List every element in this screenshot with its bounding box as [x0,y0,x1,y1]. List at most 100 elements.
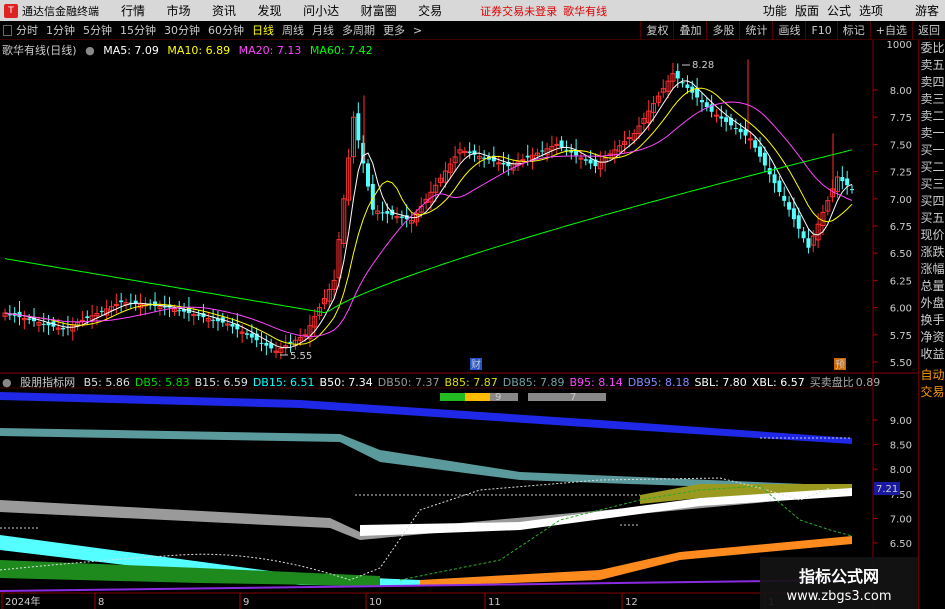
candle-body-down [559,140,564,148]
tongji-button[interactable]: 统计 [739,21,772,40]
db85-band [0,428,852,492]
candle-body-down [385,211,390,214]
price-axis-label: 7.75 [890,113,912,124]
yu-badge-text: 预 [835,359,845,371]
chart-area[interactable]: 8.00 7.75 7.50 7.25 7.00 6.75 6.50 6.25 6.00 5.75… [0,40,918,609]
b50-band [360,488,852,536]
date-axis-label: 11 [488,597,501,608]
candle-body-down [288,341,293,343]
ma60-line [4,149,853,314]
indicator-axis-label: 8.00 [890,465,912,476]
period-5min[interactable]: 5分钟 [79,22,116,38]
quote-field-label: 总量 [920,279,945,293]
price-axis-label: 5.50 [890,358,912,369]
quote-field-label: 买一 [920,143,945,157]
guest-user[interactable]: 游客 [915,2,939,19]
candle-body-down [840,177,845,182]
back-button[interactable]: 返回 [912,21,945,40]
candle-body-down [699,100,704,103]
indicator-title: 股朋指标网 [20,376,76,389]
period-weekly[interactable]: 周线 [278,22,308,38]
candle-body-down [99,310,104,312]
menu-jiaoyi[interactable]: 交易 [418,4,442,18]
menu-gongshi[interactable]: 公式 [827,2,851,19]
candle-body-down [230,323,235,327]
candle-body-down [806,238,811,248]
price-axis-label: 7.25 [890,168,912,179]
menu-caifuquan[interactable]: 财富圈 [361,4,397,18]
menu-banmian[interactable]: 版面 [795,2,819,19]
period-multi[interactable]: 多周期 [338,22,379,38]
menu-gongneng[interactable]: 功能 [763,2,787,19]
quote-field-label: 卖一 [920,126,945,140]
quote-side-panel: 委比 卖五 卖四 卖三 卖二 卖一 买一 买二 买三 买四 买五 现价 涨跌 涨幅 总量 外盘 换手 净资 收益 自动… [918,40,945,609]
panel-toggle-icon[interactable] [3,24,12,36]
candle-body-down [704,102,709,107]
period-daily[interactable]: 日线 [248,22,278,38]
quote-field-label: 卖二 [920,109,945,123]
candle-body-down [685,84,690,88]
kline-chart[interactable]: 8.00 7.75 7.50 7.25 7.00 6.75 6.50 6.25 6.00 5.75… [0,40,918,609]
indicator-legend-item: DB15: 6.51 [252,376,315,389]
quote-field-label: 买三 [920,177,945,191]
candle-body-down [695,88,700,98]
diejia-button[interactable]: 叠加 [673,21,706,40]
period-30min[interactable]: 30分钟 [160,22,204,38]
f10-button[interactable]: F10 [805,21,836,40]
add-watchlist-button[interactable]: +自选 [869,21,912,40]
chevron-right-icon[interactable]: > [409,24,426,37]
candle-body-down [845,178,850,186]
period-fenshi[interactable]: 分时 [12,22,42,38]
candle-body-down [733,127,738,129]
huaxian-button[interactable]: 画线 [772,21,805,40]
quote-field-label: 涨幅 [920,262,945,276]
settings-circle-icon[interactable]: ● [85,44,95,57]
period-15min[interactable]: 15分钟 [116,22,160,38]
candle-body-down [245,333,249,335]
menu-hangqing[interactable]: 行情 [121,4,145,18]
period-60min[interactable]: 60分钟 [204,22,248,38]
period-monthly[interactable]: 月线 [308,22,338,38]
candle-body-down [501,162,506,165]
menu-xuanxiang[interactable]: 选项 [859,2,883,19]
candle-body-down [41,323,46,325]
candle-body-down [782,195,787,201]
candle-body-down [119,300,124,303]
menu-faxian[interactable]: 发现 [258,4,282,18]
candle-body-down [801,231,806,239]
fuquan-button[interactable]: 复权 [640,21,673,40]
menu-wenxiaoda[interactable]: 问小达 [303,4,339,18]
candle-body-up [113,303,119,306]
menu-shichang[interactable]: 市场 [167,4,191,18]
period-1min[interactable]: 1分钟 [42,22,79,38]
biaoji-button[interactable]: 标记 [836,21,870,40]
menu-zixun[interactable]: 资讯 [212,4,236,18]
period-more[interactable]: 更多 [379,22,409,38]
price-axis-label: 6.50 [890,249,912,260]
auto-trade-label[interactable]: 交易 [919,384,945,401]
candle-body-down [259,342,264,344]
candle-body-down [380,212,385,214]
quote-field-label: 委比 [920,41,945,55]
low-price-label: 5.55 [290,351,312,362]
indicator-legend-item: DB5: 5.83 [134,376,190,389]
title-bar: T 通达信金融终端 行情 市场 资讯 发现 问小达 财富圈 交易 证券交易未登录… [0,0,945,21]
duogu-button[interactable]: 多股 [706,21,739,40]
app-title: 通达信金融终端 [22,4,99,18]
candle-body-up [626,137,632,140]
indicator-settings-icon[interactable]: ● [2,376,12,389]
stock-name-title: 歌华有线 [563,4,608,18]
auto-trade-label[interactable]: 自动 [919,367,945,384]
login-warning[interactable]: 证券交易未登录 [480,3,557,19]
candle-body-down [366,163,370,187]
candle-body-down [762,152,767,166]
candle-body-up [713,114,719,117]
indicator-axis-label: 7.00 [890,514,912,525]
quote-field-label: 净资 [920,330,945,344]
candle-body-down [796,215,801,229]
gauge-right-value: 7 [570,392,576,403]
quote-field-label: 卖四 [920,75,945,89]
quote-field-label: 买二 [920,160,945,174]
candle-body-down [753,140,758,148]
titlebar-right-menu: 功能 版面 公式 选项 游客 [763,0,945,21]
